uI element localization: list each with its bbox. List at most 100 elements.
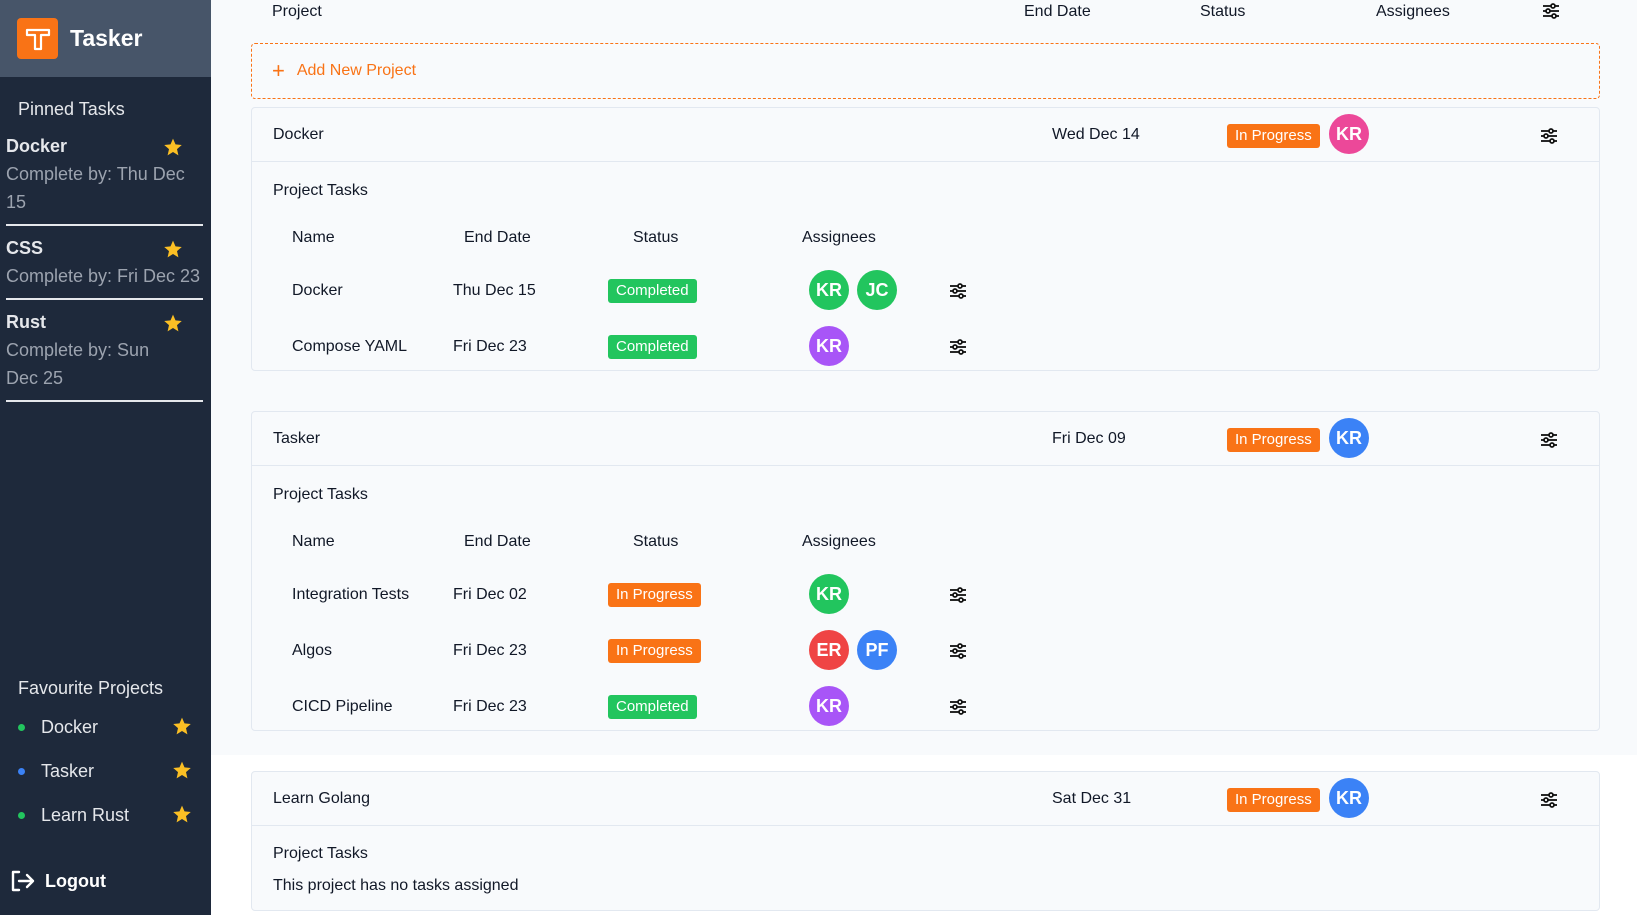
task-column-status: Status (633, 229, 679, 246)
favourite-project-label: Tasker (41, 760, 95, 781)
avatar: KR (809, 326, 849, 366)
task-column-assignees: Assignees (802, 533, 876, 550)
project-row[interactable]: Tasker Fri Dec 09 In Progress KR (252, 412, 1599, 466)
avatar: KR (809, 574, 849, 614)
task-name: Compose YAML (292, 338, 408, 355)
favourite-project-label: Learn Rust (41, 804, 130, 825)
pinned-task-due: Complete by: Fri Dec 23 (6, 266, 201, 286)
projects-table-header: Project End Date Status Assignees (211, 0, 1637, 24)
pinned-task-item[interactable]: Rust Complete by: Sun Dec 25 (6, 308, 203, 402)
task-settings-icon[interactable] (949, 587, 967, 608)
task-assignees: KR (809, 326, 849, 366)
add-new-project-label: Add New Project (296, 62, 417, 79)
pinned-task-due: Complete by: Sun Dec 25 (6, 340, 150, 388)
project-tasks-title: Project Tasks (273, 845, 368, 862)
project-status-badge: In Progress (1227, 428, 1320, 452)
task-column-end-date: End Date (464, 229, 531, 246)
task-row[interactable]: Docker Thu Dec 15 Completed KR JC (252, 270, 1599, 310)
project-status-badge: In Progress (1227, 124, 1320, 148)
star-icon[interactable] (163, 239, 183, 264)
status-dot-icon (18, 811, 25, 819)
task-end-date: Thu Dec 15 (453, 282, 536, 299)
column-header-project: Project (272, 3, 322, 20)
task-row[interactable]: Compose YAML Fri Dec 23 Completed KR (252, 326, 1599, 366)
task-settings-icon[interactable] (949, 339, 967, 360)
avatar: KR (1329, 114, 1369, 154)
brand-header[interactable]: Tasker (0, 0, 211, 77)
pinned-tasks-heading: Pinned Tasks (18, 99, 125, 119)
project-name: Learn Golang (273, 790, 370, 807)
favourite-project-item[interactable]: Docker (0, 705, 211, 749)
app-name: Tasker (70, 25, 143, 51)
avatar: PF (857, 630, 897, 670)
add-new-project-button[interactable]: + Add New Project (251, 43, 1600, 99)
star-icon[interactable] (172, 804, 192, 829)
project-settings-icon[interactable] (1540, 432, 1558, 453)
favourite-project-item[interactable]: Learn Rust (0, 793, 211, 837)
star-icon[interactable] (172, 760, 192, 785)
column-header-end-date: End Date (1024, 3, 1091, 20)
task-assignees: KR JC (809, 270, 897, 310)
project-settings-icon[interactable] (1540, 792, 1558, 813)
task-status-badge: Completed (608, 335, 697, 359)
task-column-status: Status (633, 533, 679, 550)
project-row[interactable]: Learn Golang Sat Dec 31 In Progress KR (252, 772, 1599, 826)
column-header-status: Status (1200, 3, 1246, 20)
task-end-date: Fri Dec 23 (453, 642, 527, 659)
task-status-badge: Completed (608, 279, 697, 303)
task-name: Docker (292, 282, 343, 299)
pinned-task-item[interactable]: Docker Complete by: Thu Dec 15 (6, 132, 203, 226)
task-end-date: Fri Dec 23 (453, 338, 527, 355)
project-tasks-title: Project Tasks (273, 486, 368, 503)
task-assignees: KR (809, 686, 849, 726)
project-end-date: Fri Dec 09 (1052, 430, 1126, 447)
project-card: Tasker Fri Dec 09 In Progress KR Project… (251, 411, 1600, 731)
tasker-logo-icon (17, 18, 58, 59)
task-row[interactable]: Integration Tests Fri Dec 02 In Progress… (252, 574, 1599, 614)
logout-button[interactable]: Logout (10, 870, 106, 892)
main-content: Project End Date Status Assignees + Add … (211, 0, 1637, 915)
filter-settings-icon[interactable] (1542, 3, 1560, 24)
favourite-project-item[interactable]: Tasker (0, 749, 211, 793)
task-row[interactable]: Algos Fri Dec 23 In Progress ER PF (252, 630, 1599, 670)
project-row[interactable]: Docker Wed Dec 14 In Progress KR (252, 108, 1599, 162)
project-name: Docker (273, 126, 324, 143)
project-card: Learn Golang Sat Dec 31 In Progress KR P… (251, 771, 1600, 911)
task-settings-icon[interactable] (949, 283, 967, 304)
column-header-assignees: Assignees (1376, 3, 1450, 20)
task-name: CICD Pipeline (292, 698, 393, 715)
task-column-end-date: End Date (464, 533, 531, 550)
plus-icon: + (272, 58, 285, 83)
status-dot-icon (18, 723, 25, 731)
task-status-badge: In Progress (608, 639, 701, 663)
logout-icon (11, 870, 35, 892)
avatar: KR (809, 270, 849, 310)
sidebar: Tasker Pinned Tasks Docker Complete by: … (0, 0, 211, 915)
task-status-badge: In Progress (608, 583, 701, 607)
star-icon[interactable] (163, 313, 183, 338)
project-settings-icon[interactable] (1540, 128, 1558, 149)
pinned-task-item[interactable]: CSS Complete by: Fri Dec 23 (6, 234, 203, 300)
task-row[interactable]: CICD Pipeline Fri Dec 23 Completed KR (252, 686, 1599, 726)
favourite-projects-heading: Favourite Projects (18, 678, 164, 698)
star-icon[interactable] (163, 137, 183, 162)
project-status-badge: In Progress (1227, 788, 1320, 812)
no-tasks-message: This project has no tasks assigned (273, 877, 519, 894)
favourite-project-label: Docker (41, 716, 99, 737)
task-settings-icon[interactable] (949, 643, 967, 664)
task-assignees: KR (809, 574, 849, 614)
task-assignees: ER PF (809, 630, 897, 670)
task-column-name: Name (292, 229, 335, 246)
avatar: KR (1329, 418, 1369, 458)
favourite-projects: Favourite Projects Docker Tasker Learn R… (0, 678, 211, 837)
star-icon[interactable] (172, 716, 192, 741)
task-end-date: Fri Dec 23 (453, 698, 527, 715)
avatar: KR (809, 686, 849, 726)
task-column-name: Name (292, 533, 335, 550)
task-name: Integration Tests (292, 586, 410, 603)
task-column-assignees: Assignees (802, 229, 876, 246)
pinned-task-due: Complete by: Thu Dec 15 (6, 164, 185, 212)
project-name: Tasker (273, 430, 321, 447)
task-settings-icon[interactable] (949, 699, 967, 720)
project-tasks-title: Project Tasks (273, 182, 368, 199)
